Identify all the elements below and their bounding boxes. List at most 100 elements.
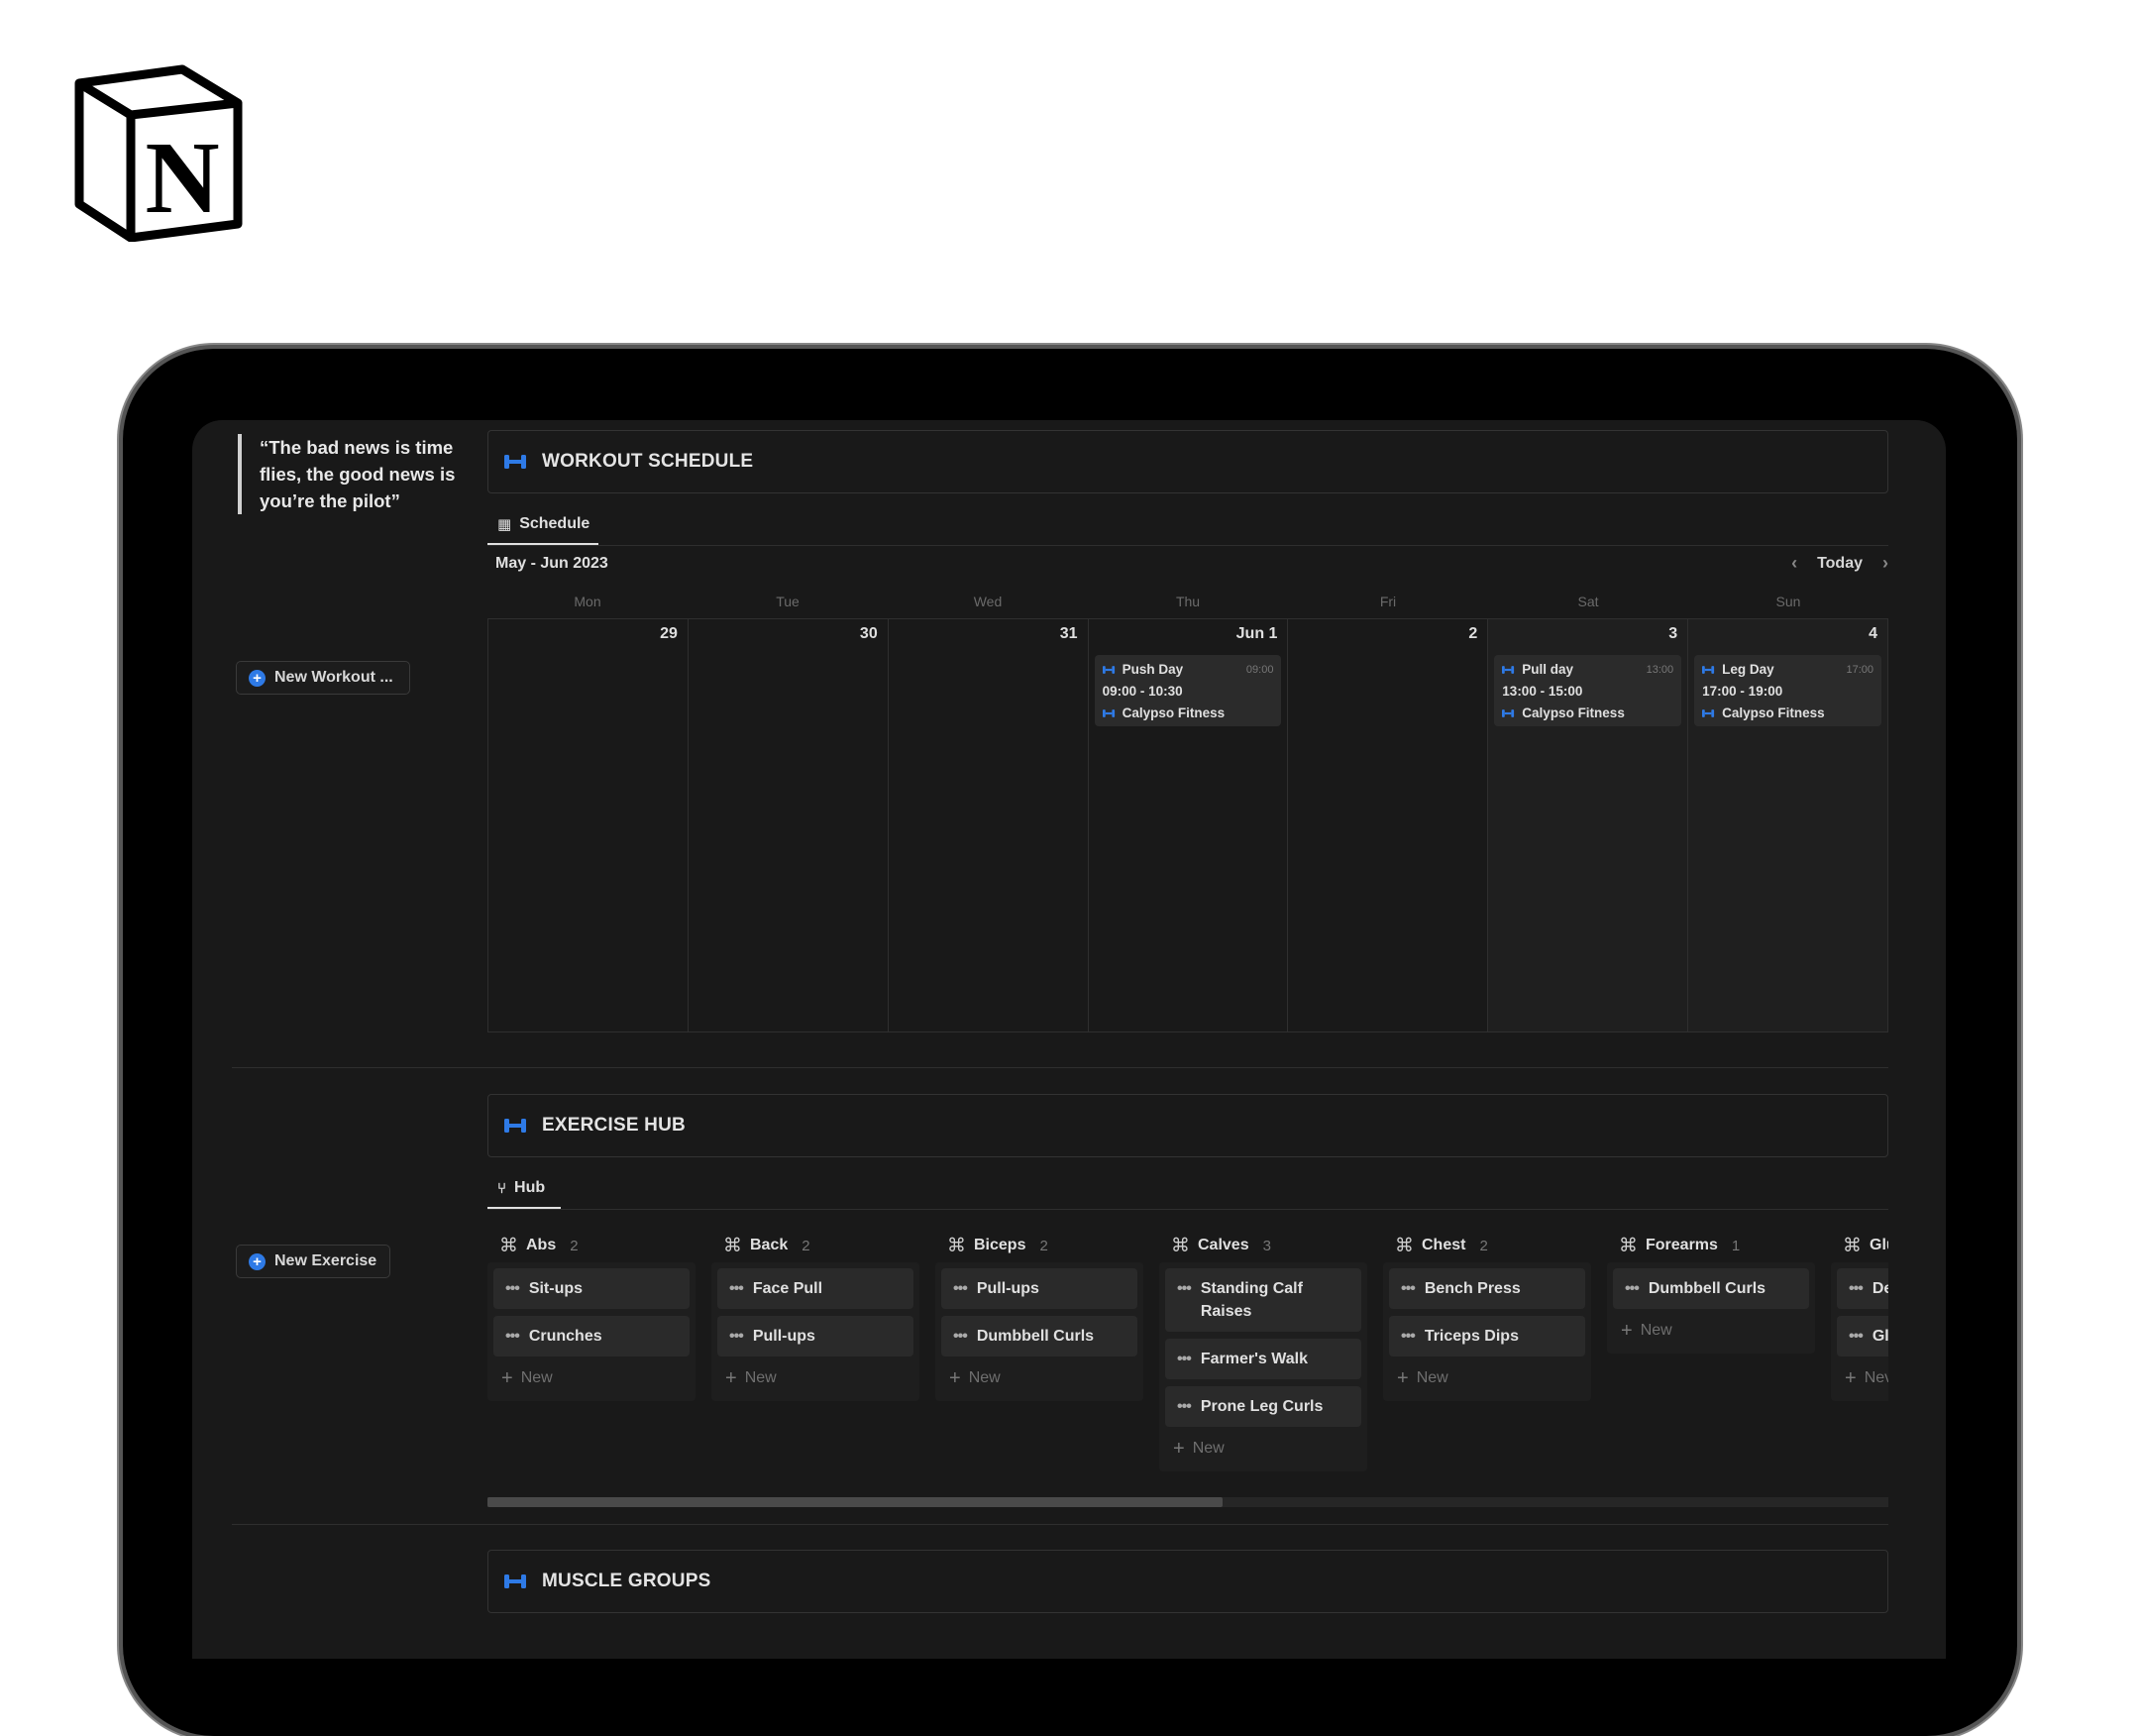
add-card-label: New xyxy=(744,1369,777,1386)
board-column: ⌘ Glu ••• De ••• Gl + Nev xyxy=(1831,1229,1888,1401)
more-icon: ••• xyxy=(1401,1328,1416,1345)
more-icon: ••• xyxy=(1401,1280,1416,1297)
plus-icon: + xyxy=(1397,1367,1409,1389)
exercise-card[interactable]: ••• Prone Leg Curls xyxy=(1165,1386,1361,1427)
plus-icon: + xyxy=(1845,1367,1857,1389)
board-column: ⌘ Abs 2 ••• Sit-ups ••• Crunches + New xyxy=(487,1229,696,1401)
group-count: 2 xyxy=(802,1237,810,1254)
exercise-card[interactable]: ••• Gl xyxy=(1837,1316,1888,1356)
plus-icon: + xyxy=(1173,1438,1185,1460)
board-group-header[interactable]: ⌘ Biceps 2 xyxy=(935,1229,1143,1262)
exercise-card[interactable]: ••• Dumbbell Curls xyxy=(1613,1268,1809,1309)
more-icon: ••• xyxy=(1177,1351,1192,1367)
add-card-button[interactable]: + New xyxy=(941,1363,1137,1395)
board-group-header[interactable]: ⌘ Glu xyxy=(1831,1229,1888,1262)
add-card-button[interactable]: + New xyxy=(1613,1316,1809,1348)
group-name: Calves xyxy=(1198,1237,1249,1253)
more-icon: ••• xyxy=(1177,1280,1192,1297)
new-workout-label: New Workout ... xyxy=(274,669,393,686)
group-count: 2 xyxy=(570,1237,579,1254)
new-workout-button[interactable]: + New Workout ... xyxy=(236,661,410,695)
board-column: ⌘ Calves 3 ••• Standing Calf Raises ••• Farmer… xyxy=(1159,1229,1367,1471)
exercise-card[interactable]: ••• De xyxy=(1837,1268,1888,1309)
board-group-body: ••• Bench Press ••• Triceps Dips + New xyxy=(1383,1262,1591,1401)
command-icon: ⌘ xyxy=(1171,1235,1190,1256)
add-card-label: New xyxy=(1192,1440,1225,1457)
notion-screen: “The bad news is time flies, the good ne… xyxy=(192,420,1946,1659)
add-card-button[interactable]: + New xyxy=(1389,1363,1585,1395)
exercise-name: Face Pull xyxy=(752,1280,823,1297)
more-icon: ••• xyxy=(505,1328,520,1345)
exercise-card[interactable]: ••• Farmer's Walk xyxy=(1165,1339,1361,1379)
more-icon: ••• xyxy=(1849,1280,1864,1297)
group-name: Glu xyxy=(1870,1237,1888,1253)
board-group-body: ••• Pull-ups ••• Dumbbell Curls + New xyxy=(935,1262,1143,1401)
command-icon: ⌘ xyxy=(723,1235,742,1256)
group-name: Chest xyxy=(1422,1237,1466,1253)
exercise-name: Dumbbell Curls xyxy=(976,1328,1095,1345)
board-column: ⌘ Biceps 2 ••• Pull-ups ••• Dumbbell Curls + New xyxy=(935,1229,1143,1401)
exercise-card[interactable]: ••• Triceps Dips xyxy=(1389,1316,1585,1356)
exercise-name: Pull-ups xyxy=(976,1280,1039,1297)
exercise-card[interactable]: ••• Pull-ups xyxy=(941,1268,1137,1309)
exercise-name: Standing Calf Raises xyxy=(1200,1280,1303,1320)
notion-logo: N xyxy=(74,64,243,242)
board-group-body: ••• Face Pull ••• Pull-ups + New xyxy=(711,1262,919,1401)
add-card-label: New xyxy=(1640,1322,1672,1339)
command-icon: ⌘ xyxy=(499,1235,518,1256)
exercise-card[interactable]: ••• Bench Press xyxy=(1389,1268,1585,1309)
more-icon: ••• xyxy=(1849,1328,1864,1345)
group-count: 2 xyxy=(1479,1237,1488,1254)
board-group-header[interactable]: ⌘ Calves 3 xyxy=(1159,1229,1367,1262)
exercise-card[interactable]: ••• Face Pull xyxy=(717,1268,913,1309)
plus-circle-icon: + xyxy=(249,1252,266,1270)
board-group-header[interactable]: ⌘ Abs 2 xyxy=(487,1229,696,1262)
more-icon: ••• xyxy=(729,1280,744,1297)
add-card-button[interactable]: + New xyxy=(493,1363,690,1395)
exercise-name: Dumbbell Curls xyxy=(1648,1280,1766,1297)
exercise-name: Sit-ups xyxy=(528,1280,584,1297)
add-card-label: Nev xyxy=(1864,1369,1888,1386)
plus-icon: + xyxy=(725,1367,737,1389)
more-icon: ••• xyxy=(729,1328,744,1345)
exercise-name: Prone Leg Curls xyxy=(1200,1398,1324,1415)
exercise-card[interactable]: ••• Standing Calf Raises xyxy=(1165,1268,1361,1332)
group-name: Forearms xyxy=(1646,1237,1718,1253)
group-name: Abs xyxy=(526,1237,557,1253)
board-group-body: ••• Sit-ups ••• Crunches + New xyxy=(487,1262,696,1401)
add-card-button[interactable]: + Nev xyxy=(1837,1363,1888,1395)
plus-circle-icon: + xyxy=(249,669,266,687)
board-group-body: ••• Dumbbell Curls + New xyxy=(1607,1262,1815,1354)
exercise-card[interactable]: ••• Dumbbell Curls xyxy=(941,1316,1137,1356)
new-exercise-button[interactable]: + New Exercise xyxy=(236,1245,390,1278)
exercise-name: Crunches xyxy=(528,1328,602,1345)
command-icon: ⌘ xyxy=(1843,1235,1862,1256)
group-count: 1 xyxy=(1731,1237,1741,1254)
board-group-header[interactable]: ⌘ Back 2 xyxy=(711,1229,919,1262)
add-card-button[interactable]: + New xyxy=(1165,1434,1361,1465)
exercise-board: ⌘ Abs 2 ••• Sit-ups ••• Crunches + New ⌘ Back 2 ••• F… xyxy=(487,420,1888,1520)
exercise-name: Triceps Dips xyxy=(1424,1328,1519,1345)
more-icon: ••• xyxy=(953,1328,968,1345)
plus-icon: + xyxy=(949,1367,961,1389)
board-group-body: ••• De ••• Gl + Nev xyxy=(1831,1262,1888,1401)
command-icon: ⌘ xyxy=(1395,1235,1414,1256)
board-group-header[interactable]: ⌘ Forearms 1 xyxy=(1607,1229,1815,1262)
exercise-card[interactable]: ••• Crunches xyxy=(493,1316,690,1356)
quote-block: “The bad news is time flies, the good ne… xyxy=(238,434,478,514)
exercise-name: Bench Press xyxy=(1424,1280,1521,1297)
group-name: Back xyxy=(750,1237,789,1253)
group-name: Biceps xyxy=(974,1237,1026,1253)
scrollbar-thumb[interactable] xyxy=(487,1497,1224,1507)
muscle-groups-title: MUSCLE GROUPS xyxy=(542,1571,711,1591)
new-exercise-label: New Exercise xyxy=(274,1252,377,1269)
board-group-header[interactable]: ⌘ Chest 2 xyxy=(1383,1229,1591,1262)
svg-text:N: N xyxy=(145,121,219,235)
exercise-card[interactable]: ••• Pull-ups xyxy=(717,1316,913,1356)
exercise-card[interactable]: ••• Sit-ups xyxy=(493,1268,690,1309)
exercise-name: De xyxy=(1872,1280,1888,1297)
more-icon: ••• xyxy=(505,1280,520,1297)
more-icon: ••• xyxy=(1177,1398,1192,1415)
board-column: ⌘ Back 2 ••• Face Pull ••• Pull-ups + New xyxy=(711,1229,919,1401)
add-card-button[interactable]: + New xyxy=(717,1363,913,1395)
